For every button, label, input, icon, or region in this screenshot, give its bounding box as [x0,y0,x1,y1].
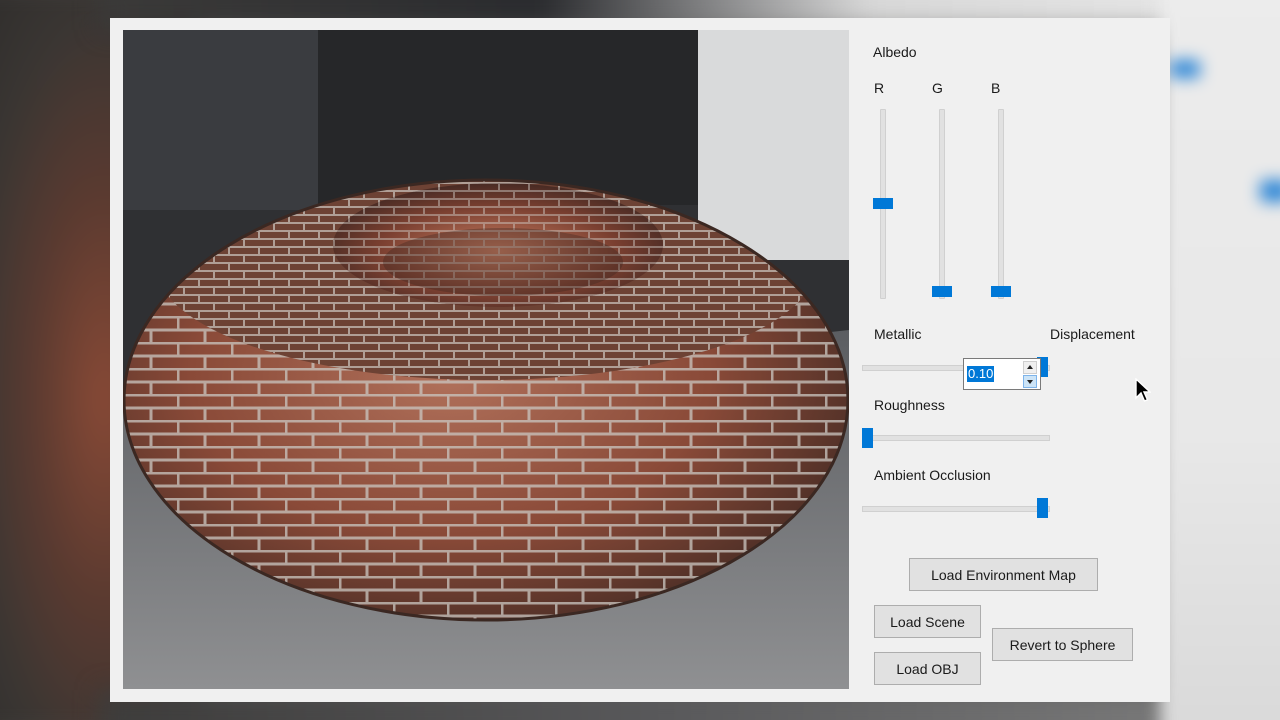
backdrop-ghost-thumb [1170,60,1200,78]
backdrop-ghost-thumb [1260,180,1280,202]
albedo-g-label: G [932,80,943,96]
albedo-r-slider-thumb[interactable] [873,197,893,209]
albedo-b-label: B [991,80,1001,96]
spin-up-button[interactable] [1023,361,1037,374]
load-scene-button[interactable]: Load Scene [874,605,981,638]
displacement-label: Displacement [1050,326,1135,342]
roughness-slider-track[interactable] [862,435,1050,441]
backdrop-right [1160,0,1280,720]
ambient-occlusion-slider-track[interactable] [862,506,1050,512]
albedo-g-slider-thumb[interactable] [932,286,952,297]
revert-to-sphere-button[interactable]: Revert to Sphere [992,628,1133,661]
torus-render [123,30,849,689]
metallic-label: Metallic [874,326,922,342]
mouse-pointer-icon [1135,377,1152,409]
albedo-label: Albedo [873,44,917,60]
ambient-occlusion-label: Ambient Occlusion [874,467,991,483]
albedo-r-label: R [874,80,885,96]
roughness-label: Roughness [874,397,945,413]
load-environment-map-button[interactable]: Load Environment Map [909,558,1098,591]
arrow-up-icon [1027,365,1033,369]
albedo-b-slider-thumb[interactable] [991,286,1011,297]
roughness-slider-thumb[interactable] [862,428,873,448]
displacement-value[interactable]: 0.10 [967,366,995,382]
ambient-occlusion-slider-thumb[interactable] [1037,498,1048,518]
displacement-spinbox[interactable]: 0.10 [963,358,1041,390]
render-viewport[interactable] [123,30,849,689]
arrow-down-icon [1027,380,1033,384]
albedo-b-slider-track[interactable] [998,109,1004,299]
load-obj-button[interactable]: Load OBJ [874,652,981,685]
spin-down-button[interactable] [1023,375,1037,388]
albedo-g-slider-track[interactable] [939,109,945,299]
